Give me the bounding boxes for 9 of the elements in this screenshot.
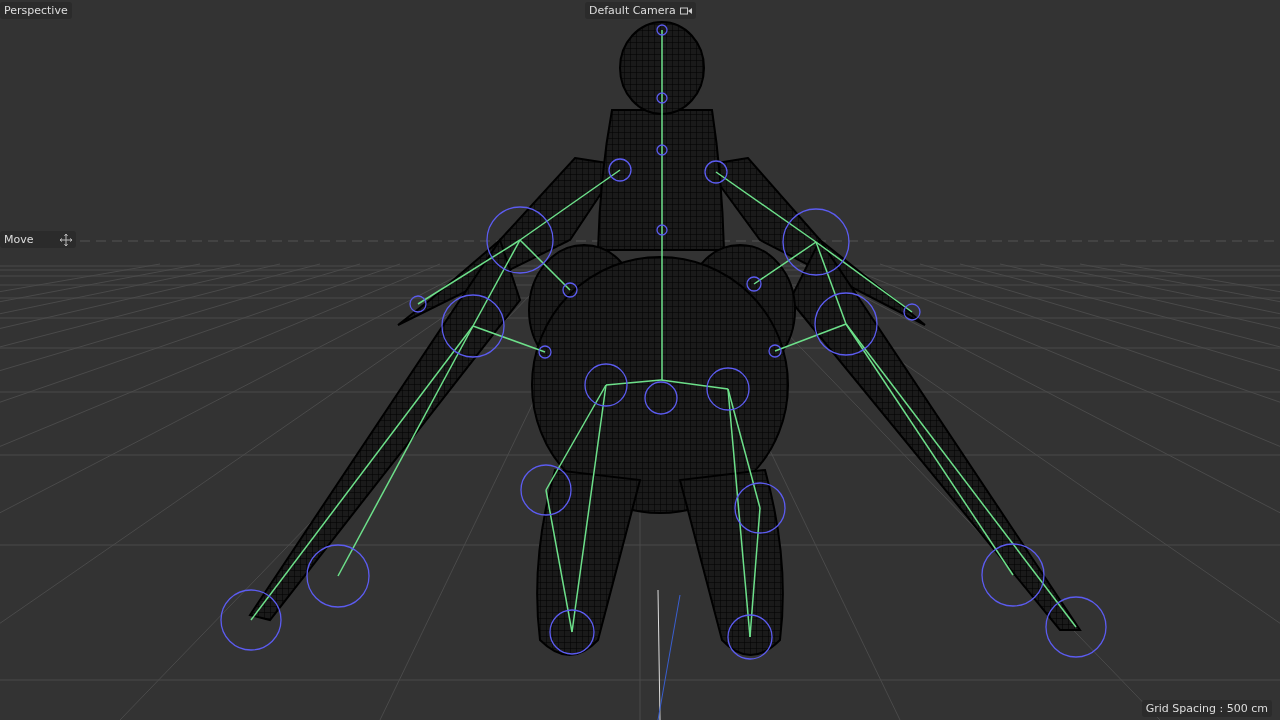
camera-label: Default Camera	[589, 4, 676, 17]
grid-spacing-label: Grid Spacing : 500 cm	[1141, 700, 1272, 717]
move-icon	[60, 233, 72, 246]
view-projection-label[interactable]: Perspective	[0, 2, 72, 19]
tool-label: Move	[4, 233, 34, 246]
camera-menu[interactable]: Default Camera	[585, 2, 696, 19]
3d-viewport[interactable]: Perspective Default Camera Move Grid Spacing : 500 cm	[0, 0, 1280, 720]
camera-icon	[679, 5, 692, 16]
active-tool-indicator[interactable]: Move	[0, 231, 76, 248]
